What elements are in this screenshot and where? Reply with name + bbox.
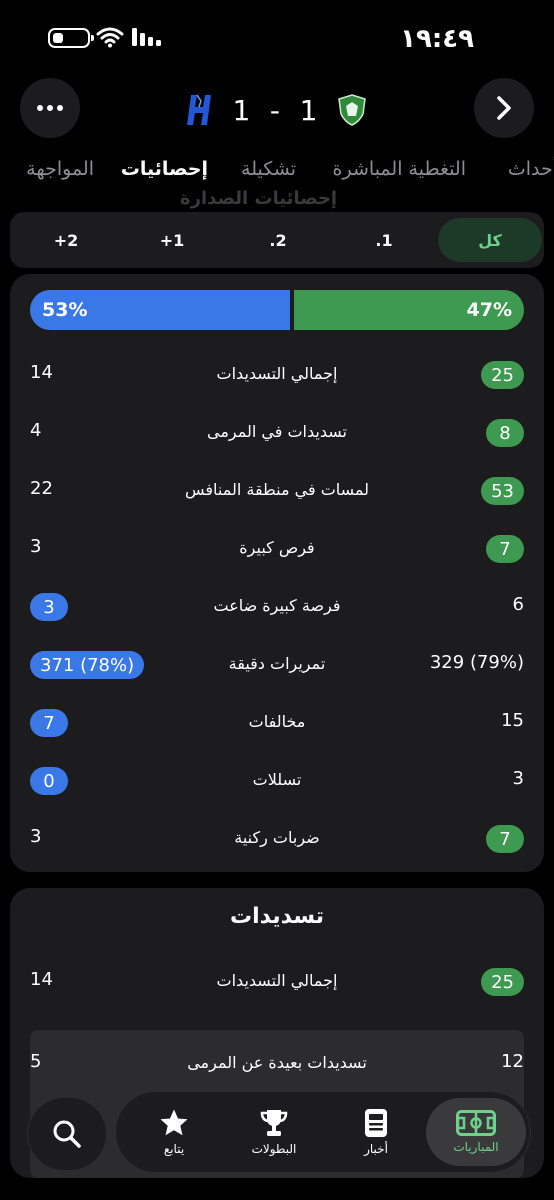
stat-value-left: 7	[30, 709, 68, 737]
tab-head-to-head[interactable]: المواجهة	[26, 158, 94, 180]
stat-value-right: 12	[501, 1051, 524, 1072]
nav-leagues-label: البطولات	[251, 1142, 297, 1156]
shots-section-title: تسديدات	[230, 904, 324, 929]
period-first-half[interactable]: .1	[332, 218, 436, 262]
period-extra-first[interactable]: +1	[120, 218, 224, 262]
chevron-right-icon	[497, 96, 511, 120]
stat-value-right: 6	[512, 594, 524, 615]
forward-button[interactable]	[474, 78, 534, 138]
star-icon	[160, 1109, 188, 1136]
tab-statistics[interactable]: إحصائيات	[121, 158, 208, 180]
stat-value-left: 14	[30, 362, 53, 383]
home-score: 1	[232, 93, 251, 127]
stat-value-left: 3	[30, 826, 42, 847]
status-bar: ١٩:٤٩	[0, 0, 554, 76]
period-all[interactable]: كل	[438, 218, 542, 262]
battery-icon	[48, 28, 94, 48]
home-team-logo-icon[interactable]	[187, 93, 213, 127]
score-separator: -	[269, 93, 281, 127]
pitch-icon	[456, 1110, 496, 1136]
score-header: 1 - 1	[187, 88, 367, 132]
possession-bar: 53% 47%	[30, 290, 524, 330]
stat-value-right: 25	[481, 361, 524, 389]
stat-row: تسديدات في المرمى 4 8	[30, 417, 524, 451]
stat-value-right: 329 (79%)	[429, 652, 524, 673]
stat-value-left: 371 (78%)	[30, 651, 145, 679]
stat-row: إجمالي التسديدات 14 25	[30, 966, 524, 1000]
stat-row: مخالفات 7 15	[30, 707, 524, 741]
nav-leagues[interactable]: البطولات	[224, 1098, 324, 1166]
stat-value-left: 3	[30, 593, 68, 621]
stat-value-left: 4	[30, 420, 42, 441]
stat-value-right: 8	[486, 419, 524, 447]
stat-label: مخالفات	[248, 712, 306, 731]
wifi-icon	[96, 27, 124, 48]
stat-label: لمسات في منطقة المنافس	[184, 480, 370, 499]
away-team-logo-icon[interactable]	[337, 94, 367, 126]
stat-row: فرصة كبيرة ضاعت 3 6	[30, 591, 524, 625]
stat-label: فرص كبيرة	[239, 538, 315, 557]
cellular-signal-icon	[132, 28, 161, 46]
stat-row: إجمالي التسديدات 14 25	[30, 359, 524, 393]
more-options-button[interactable]	[20, 78, 80, 138]
period-selector: كل .1 .2 +1 +2	[12, 218, 542, 262]
stat-label: تسللات	[252, 770, 302, 789]
nav-following[interactable]: يتابع	[124, 1098, 224, 1166]
nav-news-label: أخبار	[364, 1142, 388, 1156]
stat-value-left: 5	[30, 1051, 42, 1072]
status-time: ١٩:٤٩	[400, 24, 474, 54]
stat-value-right: 7	[486, 535, 524, 563]
tab-lineup[interactable]: تشكيلة	[241, 158, 296, 180]
search-icon	[53, 1120, 81, 1148]
stat-row: تمريرات دقيقة 371 (78%) 329 (79%)	[30, 649, 524, 683]
stat-row: فرص كبيرة 3 7	[30, 533, 524, 567]
nav-matches[interactable]: المباريات	[426, 1098, 526, 1166]
stat-row: لمسات في منطقة المنافس 22 53	[30, 475, 524, 509]
stat-value-left: 0	[30, 767, 68, 795]
period-second-half[interactable]: .2	[226, 218, 330, 262]
bottom-navigation: المباريات أخبار البطولات يتابع	[116, 1092, 530, 1172]
news-icon	[365, 1109, 387, 1137]
period-extra-second[interactable]: +2	[14, 218, 118, 262]
stat-value-right: 15	[501, 710, 524, 731]
stat-label: تسديدات في المرمى	[207, 422, 347, 441]
stat-value-right: 3	[512, 768, 524, 789]
stat-label: ضربات ركنية	[234, 828, 320, 847]
stat-value-left: 14	[30, 969, 53, 990]
stat-label: إجمالي التسديدات	[216, 971, 338, 990]
stat-value-right: 25	[481, 968, 524, 996]
stat-row: ضربات ركنية 3 7	[30, 823, 524, 857]
stat-value-right: 7	[486, 825, 524, 853]
tab-live-coverage[interactable]: التغطية المباشرة	[333, 158, 466, 180]
stat-label: إجمالي التسديدات	[216, 364, 338, 383]
tab-events[interactable]: أحداث	[508, 158, 554, 180]
more-icon	[37, 105, 63, 111]
stat-row: تسللات 0 3	[30, 765, 524, 799]
nav-news[interactable]: أخبار	[326, 1098, 426, 1166]
stat-value-right: 53	[481, 477, 524, 505]
nav-following-label: يتابع	[163, 1142, 185, 1156]
stat-value-left: 3	[30, 536, 42, 557]
stat-value-left: 22	[30, 478, 53, 499]
search-button[interactable]	[28, 1098, 106, 1170]
stat-label: فرصة كبيرة ضاعت	[213, 596, 341, 615]
nav-matches-label: المباريات	[453, 1140, 499, 1154]
trophy-icon	[260, 1110, 288, 1136]
away-score: 1	[299, 93, 318, 127]
possession-right: 47%	[294, 290, 524, 330]
stat-label: تسديدات بعيدة عن المرمى	[187, 1053, 367, 1072]
possession-left: 53%	[30, 290, 290, 330]
stat-row: تسديدات بعيدة عن المرمى 5 12	[30, 1048, 524, 1082]
section-title-scrolled: إحصائيات الصدارة	[180, 188, 338, 209]
